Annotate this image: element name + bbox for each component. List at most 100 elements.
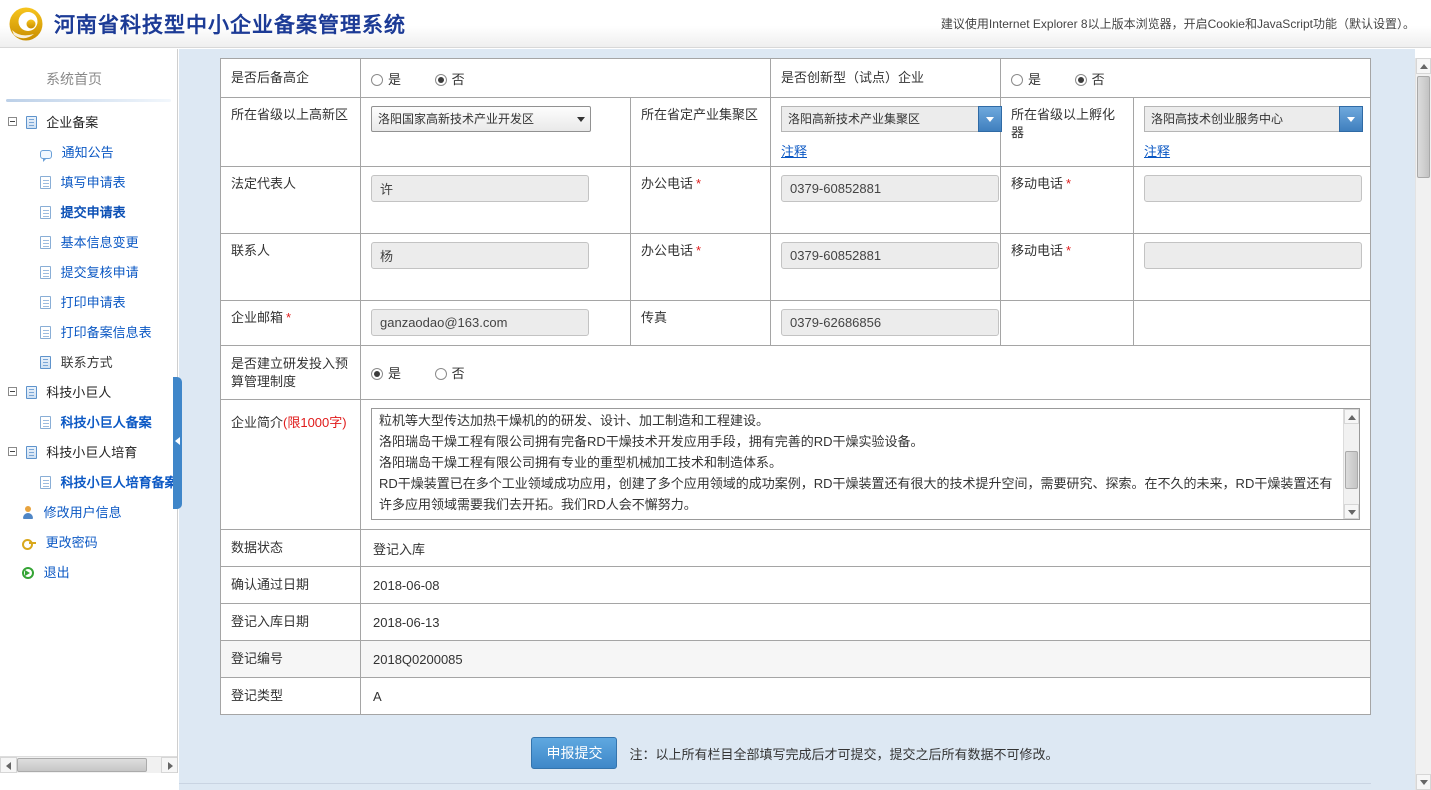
fax-input[interactable] [781,309,999,336]
radio-icon[interactable] [435,368,447,380]
scroll-right-icon[interactable] [161,757,178,773]
sidebar-item-fill-application[interactable]: 填写申请表 [0,168,177,198]
document-icon [40,206,51,219]
notebook-icon [40,356,51,369]
radio-rd-budget-yes[interactable]: 是 [371,363,401,382]
company-profile-textarea[interactable]: 粒机等大型传达加热干燥机的的研发、设计、加工制造和工程建设。 洛阳瑞岛干燥工程有… [371,408,1360,520]
field-rd-budget: 是 否 [361,346,1371,400]
email-input[interactable] [371,309,589,336]
radio-icon[interactable] [371,74,383,86]
label-mobile-1: 移动电话* [1001,167,1134,234]
textarea-value: 粒机等大型传达加热干燥机的的研发、设计、加工制造和工程建设。 洛阳瑞岛干燥工程有… [379,410,1337,518]
field-innovative: 是 否 [1001,59,1371,98]
mobile-2-input[interactable] [1144,242,1362,269]
tree-collapse-icon[interactable] [8,387,17,396]
sidebar-item-submit-application[interactable]: 提交申请表 [0,198,177,228]
field-mobile-2 [1134,234,1371,301]
tree-collapse-icon[interactable] [8,447,17,456]
label-text: 办公电话 [641,176,693,191]
industry-cluster-note-link[interactable]: 注释 [781,141,807,160]
sidebar-item-tech-giant-filing[interactable]: 科技小巨人备案 [0,408,177,438]
user-icon [22,506,34,519]
radio-innovative-yes[interactable]: 是 [1011,69,1041,88]
tree-collapse-icon[interactable] [8,117,17,126]
sidebar: 系统首页 企业备案 通知公告 填写申请表 提交申请表 [0,49,178,773]
scroll-up-icon[interactable] [1416,58,1431,74]
scrollbar-thumb[interactable] [17,758,147,772]
logout-icon [22,567,34,579]
submit-row: 申报提交 注：以上所有栏目全部填写完成后才可提交，提交之后所有数据不可修改。 [220,737,1370,769]
radio-rd-budget-no[interactable]: 否 [435,363,465,382]
sidebar-item-basic-info-change[interactable]: 基本信息变更 [0,228,177,258]
form-row: 登记编号 2018Q0200085 [221,641,1371,678]
textarea-scrollbar[interactable] [1343,409,1359,519]
label-fax: 传真 [631,301,771,346]
office-phone-2-input[interactable] [781,242,999,269]
select-value: 洛阳高新技术产业集聚区 [781,106,978,132]
radio-label: 否 [452,366,465,381]
industry-cluster-select[interactable]: 洛阳高新技术产业集聚区 [781,106,1002,132]
required-asterisk: * [1066,243,1071,258]
scrollbar-thumb[interactable] [1417,76,1430,178]
required-asterisk: * [696,243,701,258]
label-text: 企业简介 [231,415,283,430]
form-row: 所在省级以上高新区 洛阳国家高新技术产业开发区 所在省定产业集聚区 洛阳高新技术… [221,98,1371,167]
document-icon [40,176,51,189]
sidebar-section-enterprise-filing[interactable]: 企业备案 [0,108,177,138]
sidebar-item-print-application[interactable]: 打印申请表 [0,288,177,318]
sidebar-horizontal-scrollbar[interactable] [0,756,178,773]
sidebar-item-notices[interactable]: 通知公告 [0,138,177,168]
empty-cell [1001,301,1134,346]
label-data-status: 数据状态 [221,530,361,567]
radio-icon[interactable] [435,74,447,86]
label-office-phone-1: 办公电话* [631,167,771,234]
contact-input[interactable] [371,242,589,269]
scroll-up-icon[interactable] [1344,409,1359,424]
radio-icon[interactable] [1075,74,1087,86]
hightech-zone-select[interactable]: 洛阳国家高新技术产业开发区 [371,106,591,132]
incubator-select[interactable]: 洛阳高技术创业服务中心 [1144,106,1363,132]
chevron-down-icon[interactable] [978,106,1002,132]
radio-label: 是 [388,366,401,381]
sidebar-section-label: 科技小巨人培育 [46,445,137,460]
radio-backup-hq-no[interactable]: 否 [435,69,465,88]
scroll-left-icon[interactable] [0,757,17,773]
radio-icon[interactable] [371,368,383,380]
sidebar-section-tech-giant[interactable]: 科技小巨人 [0,378,177,408]
ledger-icon [26,116,37,129]
label-hightech-zone: 所在省级以上高新区 [221,98,361,167]
sidebar-collapse-handle[interactable] [173,377,182,509]
scroll-down-icon[interactable] [1416,774,1431,790]
sidebar-item-change-password[interactable]: 更改密码 [0,528,177,558]
label-text: 企业邮箱 [231,310,283,325]
sidebar-item-submit-review[interactable]: 提交复核申请 [0,258,177,288]
form-row: 登记入库日期 2018-06-13 [221,604,1371,641]
label-text: 移动电话 [1011,243,1063,258]
sidebar-item-logout[interactable]: 退出 [0,558,177,588]
submit-button[interactable]: 申报提交 [531,737,617,769]
radio-backup-hq-yes[interactable]: 是 [371,69,401,88]
scrollbar-thumb[interactable] [1345,451,1358,489]
sidebar-item-contact-info[interactable]: 联系方式 [0,348,177,378]
page-vertical-scrollbar[interactable] [1415,58,1431,790]
select-value: 洛阳国家高新技术产业开发区 [378,107,570,131]
mobile-1-input[interactable] [1144,175,1362,202]
ledger-icon [26,446,37,459]
radio-icon[interactable] [1011,74,1023,86]
chevron-down-icon[interactable] [1339,106,1363,132]
sidebar-item-print-filing-info[interactable]: 打印备案信息表 [0,318,177,348]
sidebar-section-tech-giant-cultivation[interactable]: 科技小巨人培育 [0,438,177,468]
form-row: 企业简介(限1000字) 粒机等大型传达加热干燥机的的研发、设计、加工制造和工程… [221,400,1371,530]
radio-innovative-no[interactable]: 否 [1075,69,1105,88]
label-incubator: 所在省级以上孵化器 [1001,98,1134,167]
incubator-note-link[interactable]: 注释 [1144,141,1170,160]
legal-rep-input[interactable] [371,175,589,202]
sidebar-home[interactable]: 系统首页 [0,49,177,99]
sidebar-item-tech-giant-cultivation-filing[interactable]: 科技小巨人培育备案 [0,468,177,498]
document-icon [40,296,51,309]
char-limit-text: (限1000字) [283,415,347,430]
sidebar-item-edit-user-info[interactable]: 修改用户信息 [0,498,177,528]
office-phone-1-input[interactable] [781,175,999,202]
label-register-type: 登记类型 [221,678,361,715]
scroll-down-icon[interactable] [1344,504,1359,519]
